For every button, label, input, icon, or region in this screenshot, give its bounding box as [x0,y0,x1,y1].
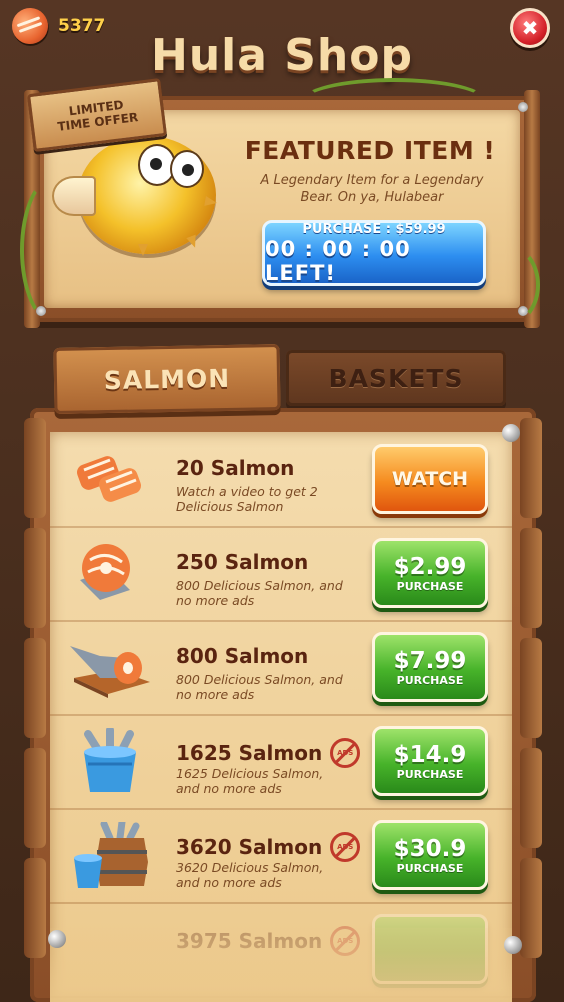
purchase-button[interactable]: $2.99 PURCHASE [372,538,488,608]
item-title-text: 3620 Salmon [176,835,323,859]
plank [520,528,542,628]
fish-barrel-icon [74,822,148,888]
item-title-text: 3975 Salmon [176,929,323,953]
price-label: $30.9 [393,835,467,862]
plank [24,638,46,738]
plank [520,748,542,848]
item-title-text: 250 Salmon [176,550,309,574]
vine-decoration [482,246,540,324]
item-title-text: 20 Salmon [176,456,295,480]
item-title: 20 Salmon [176,456,294,480]
page-title: Hula Shop [151,30,413,81]
salmon-platter-icon [70,646,150,698]
tab-baskets[interactable]: BASKETS [286,350,506,406]
item-description: 3620 Delicious Salmon, and no more ads [176,860,324,890]
price-label: $14.9 [393,741,467,768]
eye [170,150,204,188]
purchase-button[interactable]: $7.99 PURCHASE [372,632,488,702]
item-title: 1625 Salmon ADS [176,738,361,768]
plank [24,748,46,848]
featured-description: A Legendary Item for a Legendary Bear. O… [260,173,484,205]
featured-timer: 00 : 00 : 00 LEFT! [265,236,411,285]
item-description: Watch a video to get 2 Delicious Salmon [176,484,318,514]
plank [520,858,542,958]
list-item: 3620 Salmon ADS 3620 Delicious Salmon, an… [50,808,512,904]
item-description: 1625 Delicious Salmon, and no more ads [176,766,324,796]
no-ads-icon: ADS [330,738,361,768]
item-description: 800 Delicious Salmon, and no more ads [176,672,343,702]
item-title: 3620 Salmon ADS [176,832,361,862]
purchase-button[interactable] [372,914,488,984]
fish-bucket-icon [84,728,136,792]
plank [24,528,46,628]
pin-icon [48,930,66,948]
bolt-icon [518,102,528,112]
fin [52,176,96,216]
no-ads-text: ADS [337,749,354,757]
featured-price: PURCHASE : $59.99 [302,221,446,237]
watch-button[interactable]: WATCH [372,444,488,514]
salmon-steak-icon [80,544,130,600]
purchase-button[interactable]: $30.9 PURCHASE [372,820,488,890]
item-title-text: 800 Salmon [176,644,309,668]
pufferfish-icon [52,128,218,256]
tab-salmon[interactable]: SALMON [53,344,281,414]
featured-purchase-button[interactable]: PURCHASE : $59.99 00 : 00 : 00 LEFT! [262,220,486,286]
pin-icon [504,936,522,954]
featured-heading: FEATURED ITEM ! [244,136,496,165]
item-title: 800 Salmon [176,644,308,668]
purchase-label: PURCHASE [396,579,464,593]
price-label: $2.99 [393,553,467,580]
spike [204,196,218,208]
purchase-button[interactable]: $14.9 PURCHASE [372,726,488,796]
items-list[interactable]: 20 Salmon Watch a video to get 2 Delicio… [50,432,512,1002]
spike [138,244,148,256]
no-ads-icon: ADS [330,832,361,862]
no-ads-icon: ADS [330,926,361,956]
list-item: 20 Salmon Watch a video to get 2 Delicio… [50,432,512,528]
purchase-label: PURCHASE [396,767,464,781]
item-title-text: 1625 Salmon [176,741,323,765]
item-description: 800 Delicious Salmon, and no more ads [176,578,343,608]
item-title: 250 Salmon [176,550,308,574]
purchase-label: PURCHASE [396,673,464,687]
vine-decoration [300,78,488,126]
plank [520,638,542,738]
list-item: 250 Salmon 800 Delicious Salmon, and no … [50,526,512,622]
plank [520,418,542,518]
pin-icon [502,424,520,442]
item-title: 3975 Salmon ADS [176,926,361,956]
list-item: 3975 Salmon ADS [50,902,512,998]
purchase-label: PURCHASE [396,861,464,875]
list-item: 800 Salmon 800 Delicious Salmon, and no … [50,620,512,716]
list-item: 1625 Salmon ADS 1625 Delicious Salmon, an… [50,714,512,810]
no-ads-text: ADS [337,843,354,851]
salmon-fillets-icon [77,456,141,502]
plank [24,418,46,518]
button-label: WATCH [391,468,469,490]
price-label: $7.99 [393,647,467,674]
plank [24,858,46,958]
no-ads-text: ADS [337,937,354,945]
